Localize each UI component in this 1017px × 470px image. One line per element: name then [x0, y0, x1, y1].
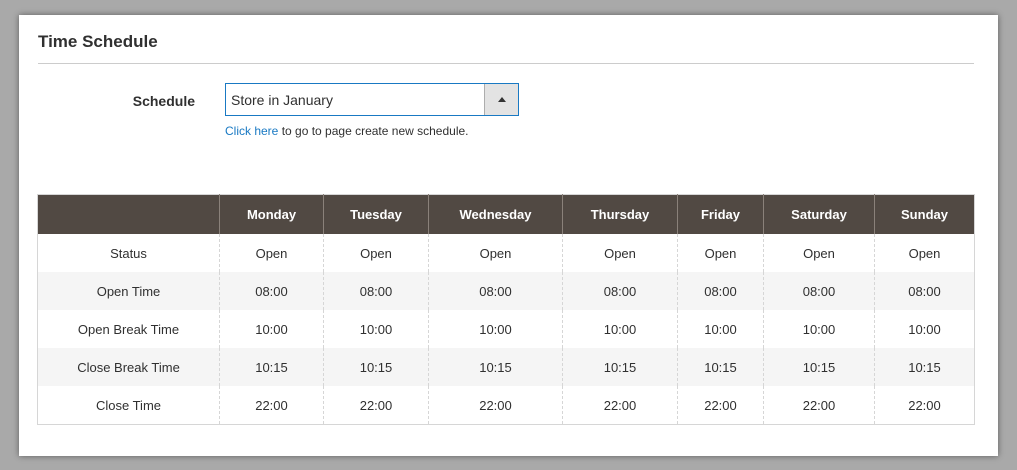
table-row-close-time: Close Time 22:00 22:00 22:00 22:00 22:00… — [38, 386, 975, 425]
table-cell: 22:00 — [323, 386, 429, 425]
table-cell: 10:15 — [428, 348, 563, 386]
table-cell: 08:00 — [874, 272, 975, 310]
header-cell-sunday: Sunday — [874, 194, 975, 234]
header-cell-wednesday: Wednesday — [428, 194, 563, 234]
table-cell: 10:00 — [562, 310, 678, 348]
table-cell: Open — [219, 234, 324, 272]
create-schedule-link[interactable]: Click here — [225, 124, 278, 138]
table-cell: 22:00 — [562, 386, 678, 425]
section-title: Time Schedule — [38, 32, 158, 51]
header-cell-saturday: Saturday — [763, 194, 875, 234]
arrow-up-icon — [497, 97, 506, 102]
schedule-select-toggle[interactable] — [484, 84, 518, 115]
table-cell: 10:15 — [562, 348, 678, 386]
header-cell-tuesday: Tuesday — [323, 194, 429, 234]
table-cell: 08:00 — [677, 272, 764, 310]
table-cell: 22:00 — [677, 386, 764, 425]
table-cell: 10:15 — [874, 348, 975, 386]
row-label: Open Break Time — [77, 321, 180, 337]
table-row-open-break-time: Open Break Time 10:00 10:00 10:00 10:00 … — [38, 310, 975, 348]
table-cell: 10:00 — [677, 310, 764, 348]
row-label: Status — [110, 245, 147, 261]
table-cell: 10:15 — [763, 348, 875, 386]
table-cell: Open — [562, 234, 678, 272]
schedule-label: Schedule — [132, 93, 195, 109]
schedule-select-value: Store in January — [231, 91, 333, 108]
schedule-table: Monday Tuesday Wednesday Thursday Friday… — [37, 194, 975, 425]
row-label: Open Time — [37, 272, 220, 310]
table-cell: 22:00 — [219, 386, 324, 425]
header-cell-monday: Monday — [219, 194, 324, 234]
table-row-close-break-time: Close Break Time 10:15 10:15 10:15 10:15… — [37, 348, 975, 386]
table-cell: Open — [323, 234, 429, 272]
table-cell: 08:00 — [562, 272, 678, 310]
table-cell: 10:15 — [323, 348, 429, 386]
table-cell: Open — [763, 234, 875, 272]
table-cell: 10:15 — [677, 348, 764, 386]
header-cell-thursday: Thursday — [562, 194, 678, 234]
row-label: Close Time — [95, 397, 162, 413]
table-cell: 08:00 — [219, 272, 324, 310]
table-header-row: Monday Tuesday Wednesday Thursday Friday… — [37, 194, 975, 234]
create-schedule-hint-text: to go to page create new schedule. — [278, 124, 469, 138]
table-cell: 22:00 — [428, 386, 563, 425]
create-schedule-hint: Click here to go to page create new sche… — [225, 124, 469, 138]
section-divider — [38, 63, 974, 64]
table-cell: 10:15 — [219, 348, 324, 386]
table-cell: 08:00 — [323, 272, 429, 310]
table-cell: 10:00 — [323, 310, 429, 348]
table-cell: 08:00 — [763, 272, 875, 310]
table-cell: 10:00 — [428, 310, 563, 348]
table-cell: 22:00 — [874, 386, 975, 425]
table-cell: 10:00 — [219, 310, 324, 348]
table-cell: 22:00 — [763, 386, 875, 425]
table-cell: Open — [677, 234, 764, 272]
time-schedule-panel: Time Schedule Schedule Store in January … — [19, 15, 998, 456]
table-cell: 08:00 — [428, 272, 563, 310]
header-cell-friday: Friday — [677, 194, 764, 234]
table-cell: Open — [428, 234, 563, 272]
row-label: Close Break Time — [37, 348, 220, 386]
table-cell: Open — [874, 234, 975, 272]
schedule-select[interactable]: Store in January — [225, 83, 519, 116]
table-cell: 10:00 — [763, 310, 875, 348]
table-row-status: Status Open Open Open Open Open Open Ope… — [38, 234, 975, 272]
header-cell-corner — [37, 194, 220, 234]
table-cell: 10:00 — [874, 310, 975, 348]
table-row-open-time: Open Time 08:00 08:00 08:00 08:00 08:00 … — [37, 272, 975, 310]
